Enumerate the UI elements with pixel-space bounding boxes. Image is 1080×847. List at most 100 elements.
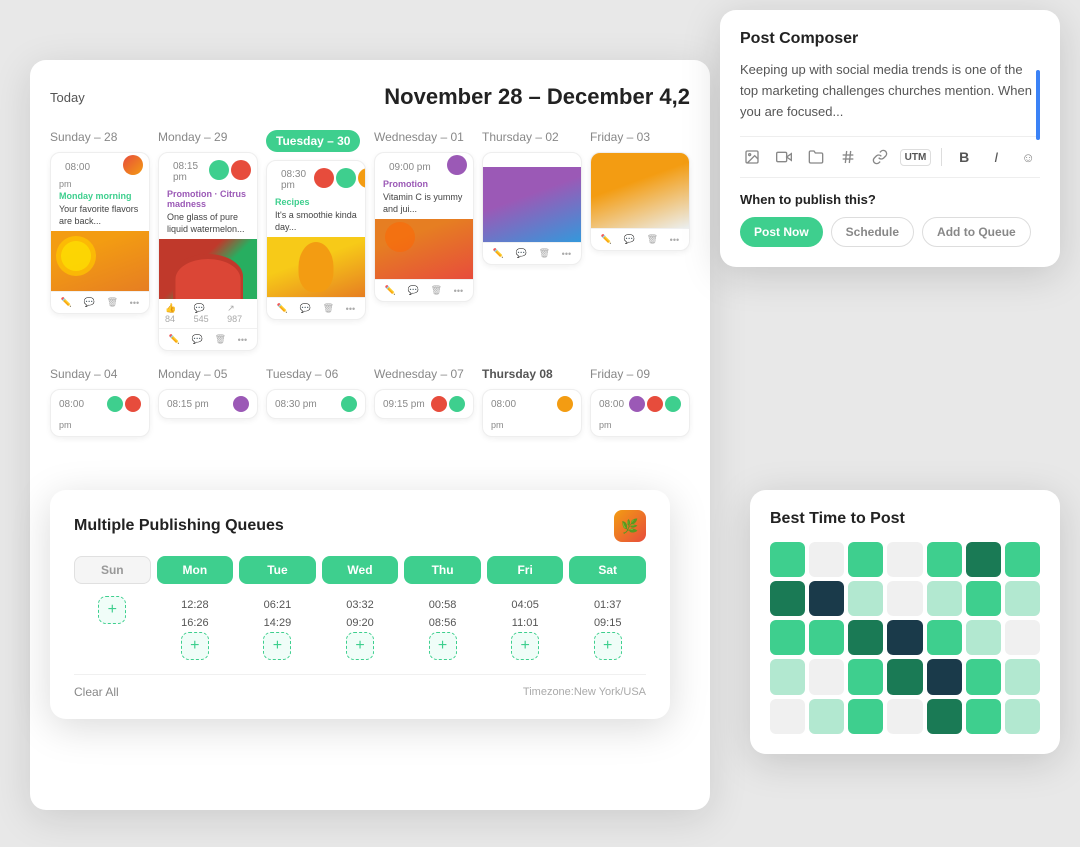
heatmap-cell	[770, 699, 805, 734]
partial-card-top: 08:00	[483, 390, 581, 418]
calendar-header: Today November 28 – December 4,2	[50, 84, 690, 110]
publish-options: Post Now Schedule Add to Queue	[740, 217, 1040, 247]
folder-icon[interactable]	[804, 145, 828, 169]
utm-badge[interactable]: UTM	[900, 149, 932, 166]
italic-icon[interactable]: I	[984, 145, 1008, 169]
add-time-sun[interactable]: +	[98, 596, 126, 624]
comment-icon[interactable]: 💬	[300, 303, 311, 314]
day-friday-09: Friday – 09 08:00 pm	[590, 367, 690, 437]
more-icon[interactable]: •••	[346, 304, 355, 314]
edit-icon[interactable]: ✏️	[277, 303, 288, 314]
avatars	[314, 168, 366, 188]
heatmap-cell	[848, 581, 883, 616]
edit-icon[interactable]: ✏️	[385, 285, 396, 296]
day-wednesday-07: Wednesday – 07 09:15 pm	[374, 367, 474, 437]
add-time-tue[interactable]: +	[263, 632, 291, 660]
best-time-panel: Best Time to Post	[750, 490, 1060, 754]
delete-icon[interactable]: 🗑	[431, 285, 442, 296]
time-value-mon-1: 12:28	[157, 596, 234, 614]
day-btn-sat[interactable]: Sat	[569, 556, 646, 584]
post-card-top: 08:15 pm	[159, 153, 257, 189]
add-time-wed[interactable]: +	[346, 632, 374, 660]
pm-label: pm	[591, 418, 689, 436]
day-btn-mon[interactable]: Mon	[157, 556, 234, 584]
edit-icon[interactable]: ✏️	[169, 334, 180, 345]
more-icon[interactable]: •••	[562, 249, 571, 259]
edit-icon[interactable]: ✏️	[61, 297, 72, 308]
queues-footer: Clear All Timezone:New York/USA	[74, 674, 646, 699]
time-slot-fri: 04:05 11:01 +	[487, 596, 564, 660]
add-time-sat[interactable]: +	[594, 632, 622, 660]
heatmap-cell	[1005, 699, 1040, 734]
heatmap-cell	[809, 581, 844, 616]
time: 08:00	[491, 399, 516, 410]
comment-icon[interactable]: 💬	[624, 234, 635, 245]
avatar	[557, 396, 573, 412]
delete-icon[interactable]: 🗑	[647, 234, 658, 245]
heatmap-cell	[809, 699, 844, 734]
clear-all-button[interactable]: Clear All	[74, 685, 119, 699]
heatmap-cell	[927, 542, 962, 577]
post-card-top	[483, 153, 581, 167]
time-value-tue-2: 14:29	[239, 614, 316, 632]
video-icon[interactable]	[772, 145, 796, 169]
link-icon[interactable]	[868, 145, 892, 169]
heatmap-cell	[770, 620, 805, 655]
avatar	[314, 168, 334, 188]
more-icon[interactable]: •••	[130, 298, 139, 308]
delete-icon[interactable]: 🗑	[539, 248, 550, 259]
delete-icon[interactable]: 🗑	[107, 297, 118, 308]
comment-icon[interactable]: 💬	[516, 248, 527, 259]
post-card-footer: ✏️ 💬 🗑 •••	[159, 328, 257, 350]
heatmap-cell	[887, 581, 922, 616]
add-to-queue-button[interactable]: Add to Queue	[922, 217, 1031, 247]
delete-icon[interactable]: 🗑	[215, 334, 226, 345]
post-stats: 👍 84 💬 545 ↗ 987	[159, 299, 257, 328]
delete-icon[interactable]: 🗑	[323, 303, 334, 314]
pm-label: pm	[51, 418, 149, 436]
more-icon[interactable]: •••	[454, 286, 463, 296]
heatmap-cell	[770, 659, 805, 694]
day-btn-thu[interactable]: Thu	[404, 556, 481, 584]
day-btn-wed[interactable]: Wed	[322, 556, 399, 584]
day-header-wednesday: Wednesday – 01	[374, 130, 474, 144]
avatar	[209, 160, 229, 180]
day-header-sunday: Sunday – 28	[50, 130, 150, 144]
heatmap-cell	[887, 699, 922, 734]
add-time-thu[interactable]: +	[429, 632, 457, 660]
heatmap-cell	[966, 542, 1001, 577]
day-header-sunday04: Sunday – 04	[50, 367, 150, 381]
post-time: 08:30 pm	[273, 163, 314, 193]
time-slot-mon: 12:28 16:26 +	[157, 596, 234, 660]
day-header-monday05: Monday – 05	[158, 367, 258, 381]
partial-card-monday05: 08:15 pm	[158, 389, 258, 419]
heatmap-cell	[887, 659, 922, 694]
add-time-fri[interactable]: +	[511, 632, 539, 660]
schedule-button[interactable]: Schedule	[831, 217, 914, 247]
hash-icon[interactable]	[836, 145, 860, 169]
comment-icon[interactable]: 💬	[84, 297, 95, 308]
day-btn-tue[interactable]: Tue	[239, 556, 316, 584]
comment-icon[interactable]: 💬	[408, 285, 419, 296]
day-wednesday-01: Wednesday – 01 09:00 pm Promotion Vitami…	[374, 130, 474, 351]
day-btn-fri[interactable]: Fri	[487, 556, 564, 584]
post-now-button[interactable]: Post Now	[740, 217, 823, 247]
edit-icon[interactable]: ✏️	[493, 248, 504, 259]
edit-icon[interactable]: ✏️	[601, 234, 612, 245]
queues-panel: Multiple Publishing Queues 🌿 Sun Mon Tue…	[50, 490, 670, 719]
more-icon[interactable]: •••	[238, 335, 247, 345]
comment-icon[interactable]: 💬	[192, 334, 203, 345]
heatmap-cell	[887, 542, 922, 577]
today-button[interactable]: Today	[50, 90, 85, 105]
composer-text[interactable]: Keeping up with social media trends is o…	[740, 60, 1040, 122]
emoji-icon[interactable]: ☺	[1016, 145, 1040, 169]
add-time-mon[interactable]: +	[181, 632, 209, 660]
avatars	[107, 396, 141, 412]
queues-header: Multiple Publishing Queues 🌿	[74, 510, 646, 542]
image-icon[interactable]	[740, 145, 764, 169]
bold-icon[interactable]: B	[952, 145, 976, 169]
more-icon[interactable]: •••	[670, 235, 679, 245]
day-btn-sun[interactable]: Sun	[74, 556, 151, 584]
avatar	[107, 396, 123, 412]
time-value-thu-2: 08:56	[404, 614, 481, 632]
